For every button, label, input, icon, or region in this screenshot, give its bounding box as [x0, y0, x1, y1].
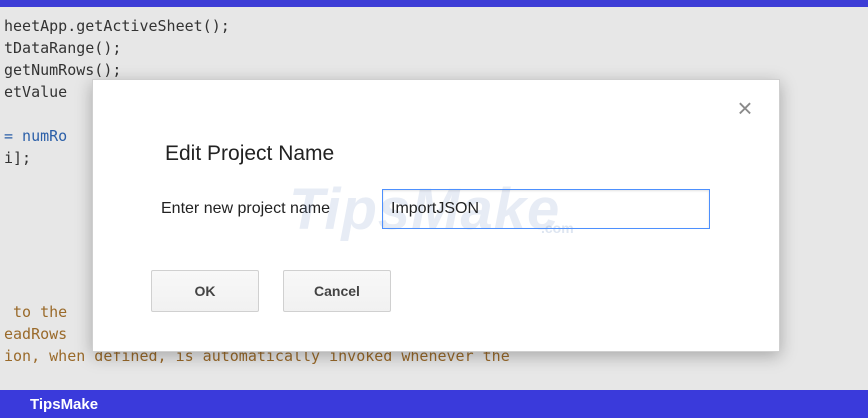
close-icon[interactable]: × [733, 95, 757, 121]
code-editor-bottom [0, 368, 868, 390]
cancel-button[interactable]: Cancel [283, 270, 391, 312]
code-line: eadRows [4, 325, 68, 343]
code-line: etValue [4, 83, 68, 101]
code-line: = numRo [4, 127, 68, 145]
code-line: getNumRows(); [4, 61, 122, 79]
edit-project-name-dialog: × Edit Project Name Enter new project na… [92, 79, 780, 352]
code-line: to the [4, 303, 68, 321]
code-line: i]; [4, 149, 32, 167]
top-accent-bar [0, 0, 868, 7]
brand-label: TipsMake [30, 396, 99, 413]
project-name-label: Enter new project name [161, 200, 330, 217]
code-line: heetApp.getActiveSheet(); [4, 17, 230, 35]
dialog-title: Edit Project Name [165, 142, 335, 165]
project-name-input[interactable] [382, 189, 710, 229]
ok-button[interactable]: OK [151, 270, 259, 312]
code-line: tDataRange(); [4, 39, 122, 57]
brand-footer-bar: TipsMake [0, 390, 868, 418]
